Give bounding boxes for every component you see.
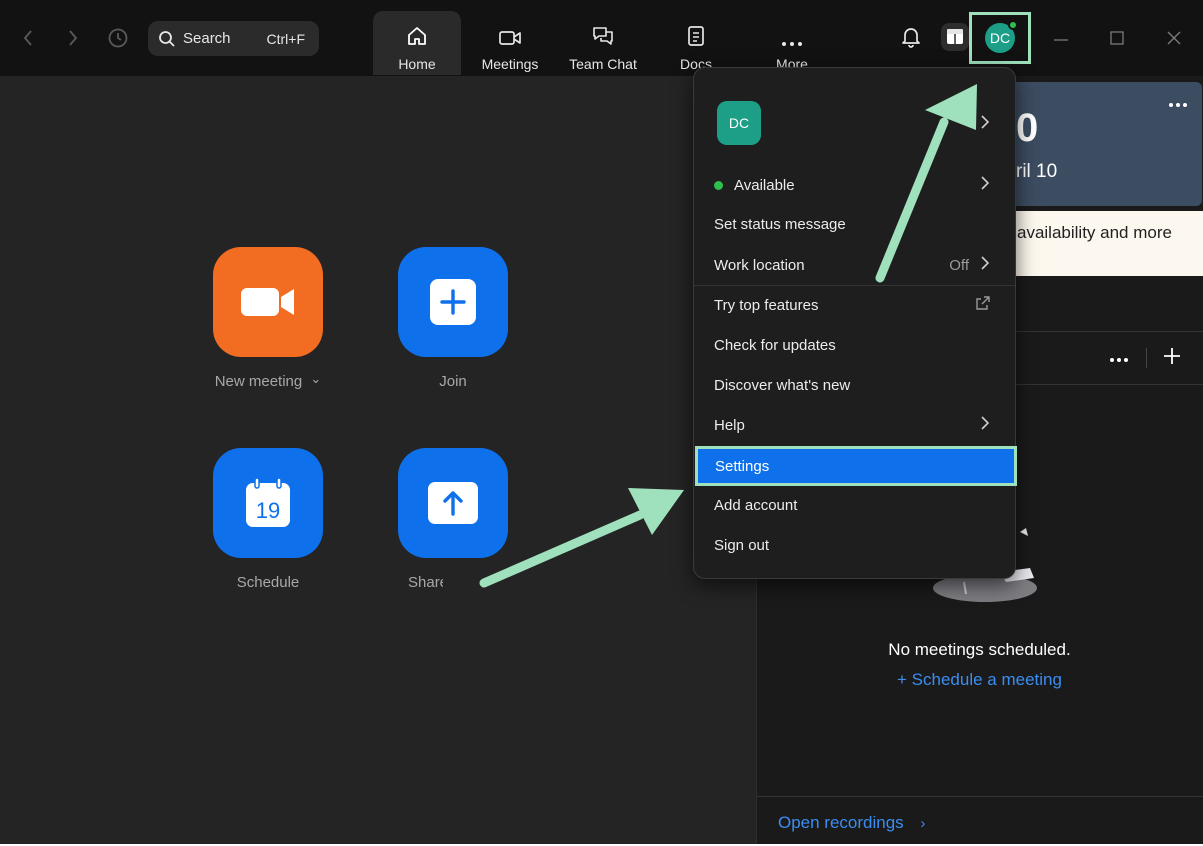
tab-more[interactable]: More (748, 11, 836, 75)
forward-icon[interactable] (62, 26, 84, 50)
bell-icon[interactable] (900, 25, 922, 54)
menu-item-settings[interactable]: Settings (695, 446, 1017, 486)
new-meeting-button[interactable] (213, 247, 323, 357)
tab-label: Team Chat (569, 56, 637, 72)
schedule-button[interactable]: 19 (213, 448, 323, 558)
join-button[interactable] (398, 247, 508, 357)
more-options-icon[interactable] (1168, 88, 1188, 114)
doc-icon (688, 26, 704, 46)
divider (1014, 331, 1203, 332)
divider (1014, 384, 1203, 385)
menu-item-try-top-features[interactable]: Try top features (694, 285, 1015, 325)
menu-item-label: Settings (715, 457, 770, 475)
chevron-right-icon: › (920, 815, 926, 832)
tab-team-chat[interactable]: Team Chat (559, 11, 647, 75)
new-meeting-label[interactable]: New meeting ⌄ (168, 371, 368, 390)
availability-banner[interactable]: availability and more (1014, 211, 1203, 276)
banner-text: availability and more (1017, 223, 1172, 242)
menu-item-label: Try top features (714, 296, 819, 314)
external-link-icon (975, 295, 991, 315)
menu-item-sign-out[interactable]: Sign out (694, 525, 1015, 565)
menu-item-available[interactable]: Available (694, 165, 1015, 205)
search-shortcut: Ctrl+F (266, 30, 306, 47)
date-card: 0 ril 10 (1014, 82, 1202, 206)
tab-label: Meetings (481, 56, 539, 72)
share-screen-label: Share screen (408, 574, 443, 591)
maximize-icon[interactable] (1109, 30, 1125, 51)
tab-home[interactable]: Home (373, 11, 461, 75)
no-meetings-text: No meetings scheduled. (888, 640, 1071, 659)
tab-label: Home (398, 56, 436, 72)
share-screen-button[interactable] (398, 448, 508, 558)
schedule-label: Schedule (236, 574, 300, 591)
join-label: Join (439, 373, 467, 390)
home-main-area (0, 76, 756, 844)
history-icon[interactable] (105, 26, 131, 50)
profile-row[interactable] (694, 102, 1015, 146)
date-big-number: 0 (1016, 106, 1039, 150)
schedule-meeting-link[interactable]: + Schedule a meeting (756, 670, 1203, 690)
search-bar[interactable]: Search Ctrl+F (148, 21, 319, 56)
divider (1146, 348, 1147, 368)
chat-icon (593, 27, 613, 45)
panel-more-icon[interactable] (1109, 346, 1129, 369)
menu-item-label: Set status message (714, 215, 846, 233)
home-icon (408, 27, 426, 45)
work-location-value: Off (949, 256, 969, 274)
menu-item-work-location[interactable]: Work location Off (694, 245, 1015, 285)
menu-item-label: Work location (714, 256, 805, 274)
calendar-day-number: 19 (256, 498, 280, 523)
calendar-icon: 19 (246, 477, 290, 527)
top-bar: Search Ctrl+F Home Meetings Team Chat Do… (0, 0, 1203, 76)
menu-item-label: Help (714, 416, 745, 434)
chevron-down-icon[interactable]: ⌄ (310, 371, 321, 386)
menu-item-check-updates[interactable]: Check for updates (694, 325, 1015, 365)
chevron-right-icon (981, 415, 990, 435)
avatar-initials: DC (989, 30, 1011, 46)
chevron-right-icon (981, 114, 990, 134)
open-recordings-link[interactable]: Open recordings › (778, 813, 925, 833)
video-camera-icon (241, 288, 294, 316)
online-status-dot (1008, 20, 1018, 30)
search-icon (159, 30, 175, 47)
available-status-dot (714, 180, 723, 190)
back-icon[interactable] (17, 26, 39, 50)
avatar: DC (985, 20, 1018, 53)
whats-new-calendar-icon[interactable] (940, 22, 970, 57)
divider (757, 796, 1203, 797)
search-label: Search (183, 30, 231, 47)
video-icon (499, 31, 521, 45)
menu-item-set-status[interactable]: Set status message (694, 204, 1015, 244)
menu-item-add-account[interactable]: Add account (694, 485, 1015, 525)
menu-item-label: Discover what's new (714, 376, 851, 394)
menu-item-discover-new[interactable]: Discover what's new (694, 365, 1015, 405)
open-recordings-label: Open recordings (778, 813, 904, 832)
close-icon[interactable] (1166, 30, 1182, 51)
chevron-right-icon (981, 175, 990, 195)
chevron-right-icon (981, 255, 990, 275)
zoom-window: Search Ctrl+F Home Meetings Team Chat Do… (0, 0, 1203, 846)
menu-item-help[interactable]: Help (694, 405, 1015, 445)
minimize-icon[interactable] (1052, 30, 1070, 51)
menu-item-label: Sign out (714, 536, 770, 554)
plus-icon (430, 279, 476, 325)
profile-dropdown-menu: DC Available Set status message Work loc… (693, 67, 1017, 579)
menu-item-label: Available (734, 176, 795, 194)
profile-avatar-button[interactable]: DC (969, 12, 1031, 64)
tab-meetings[interactable]: Meetings (466, 11, 554, 75)
date-text: ril 10 (1016, 161, 1058, 182)
share-up-arrow-icon (428, 482, 478, 524)
tab-docs[interactable]: Docs (652, 11, 740, 75)
more-dots-icon (782, 42, 802, 46)
add-meeting-icon[interactable] (1162, 345, 1182, 373)
menu-item-label: Add account (714, 496, 798, 514)
menu-item-label: Check for updates (714, 336, 836, 354)
